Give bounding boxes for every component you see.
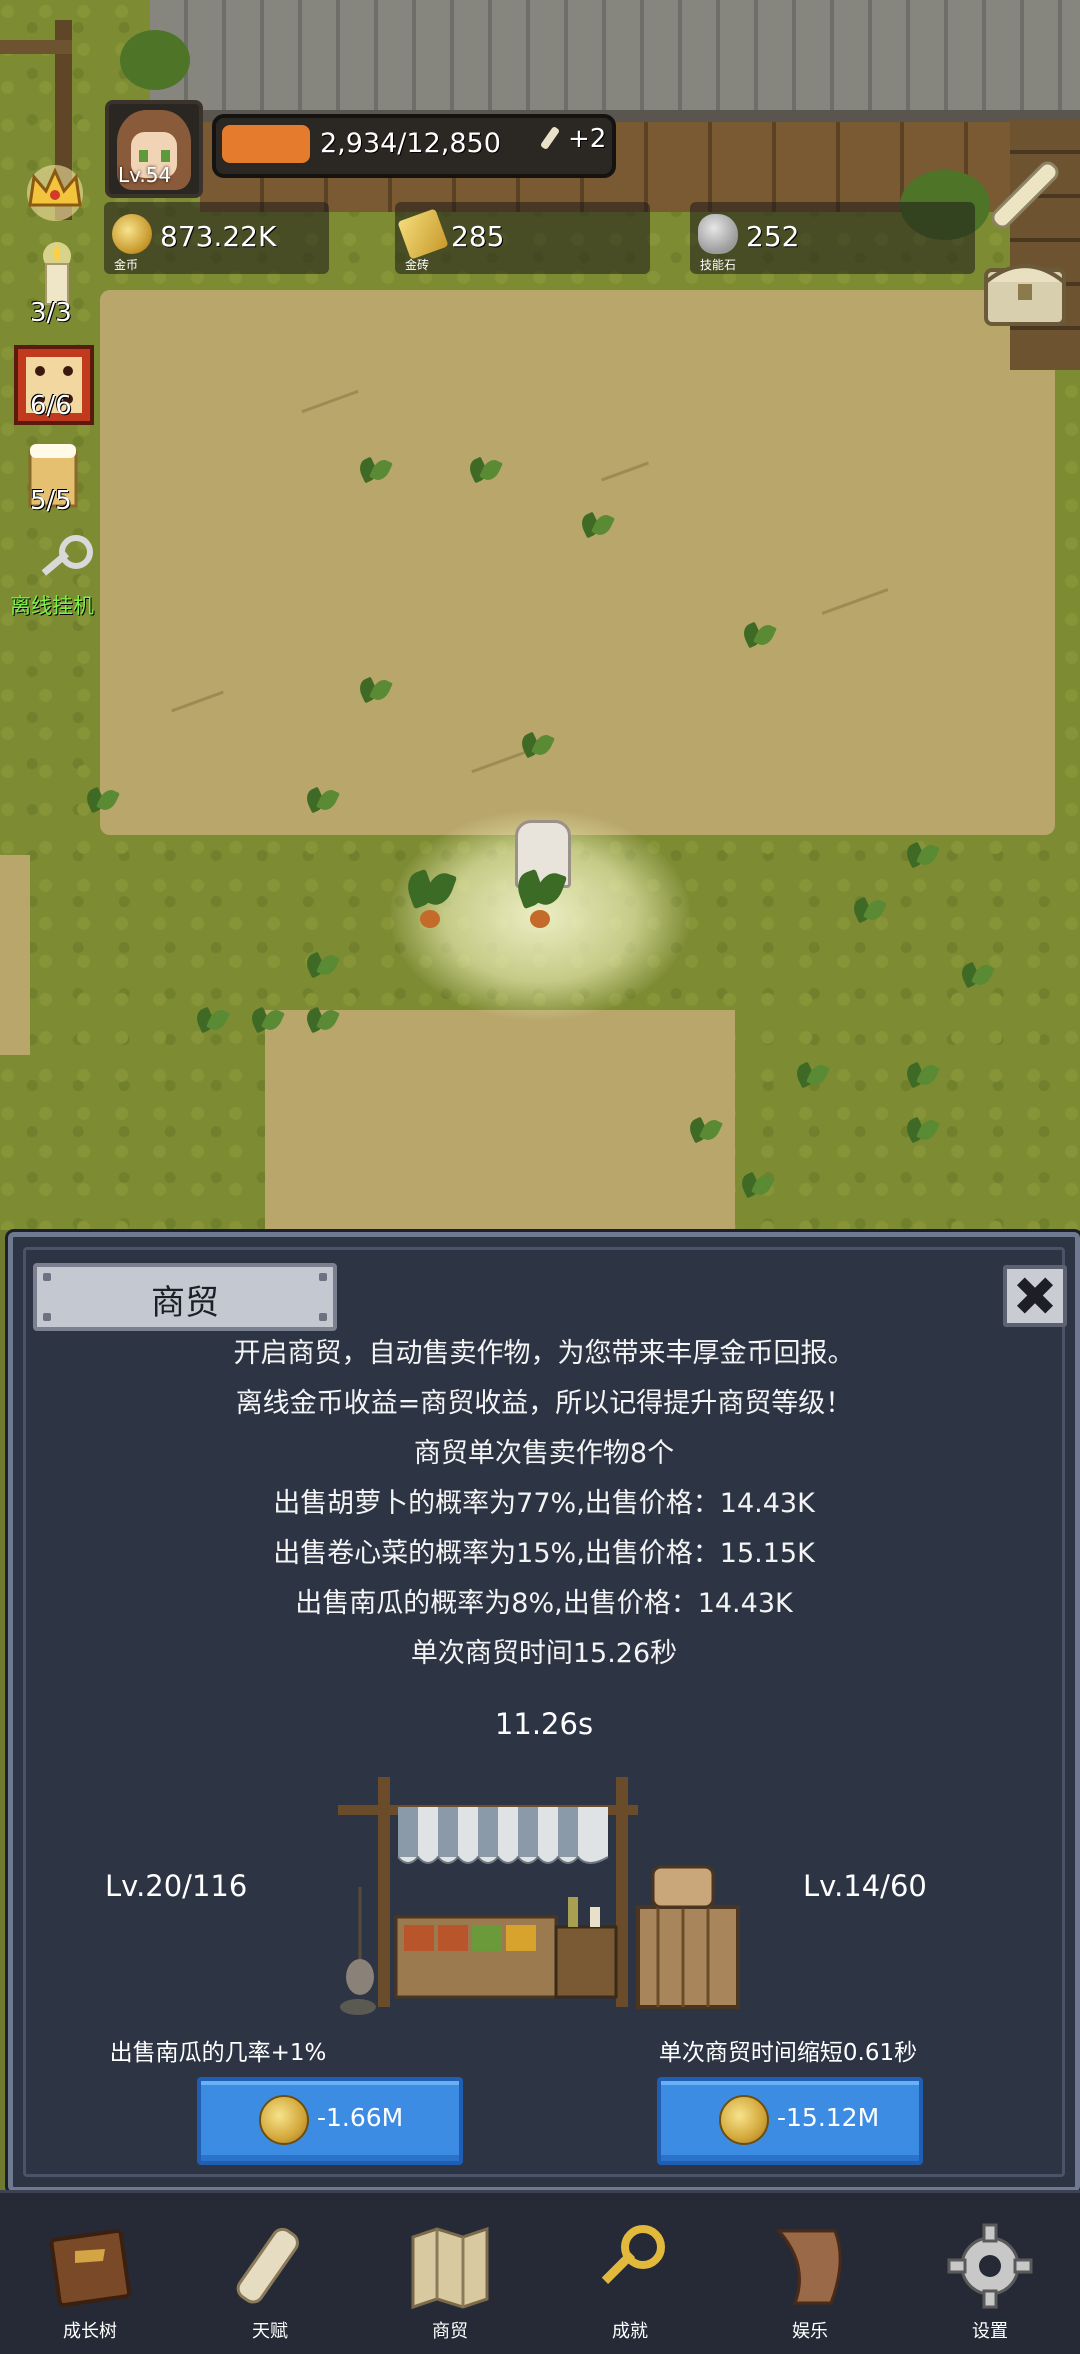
skill-stone-icon (698, 214, 738, 254)
left-upgrade-cost: -1.66M (317, 2103, 404, 2132)
dirt-field (100, 290, 1055, 835)
crop-sprout[interactable] (305, 785, 339, 815)
nav-trade[interactable]: 商贸 (360, 2193, 540, 2354)
nav-settings[interactable]: 设置 (900, 2193, 1080, 2354)
xp-text: 2,934/12,850 (320, 128, 501, 159)
gold-coin-icon (259, 2095, 309, 2145)
trade-desc-line: 单次商贸时间15.26秒 (410, 1638, 678, 1669)
crop-sprout[interactable] (688, 1115, 722, 1145)
bone-icon (541, 127, 559, 149)
trade-desc-line: 出售卷心菜的概率为15%,出售价格：15.15K (273, 1538, 815, 1569)
nav-label: 成长树 (63, 2321, 117, 2342)
trade-dialog: 商贸 开启商贸，自动售卖作物，为您带来丰厚金币回报。 离线金币收益=商贸收益，所… (5, 1229, 1080, 2195)
trade-timer: 11.26s (494, 1707, 594, 1741)
right-upgrade-effect: 单次商贸时间缩短0.61秒 (658, 2040, 918, 2066)
nav-label: 商贸 (432, 2321, 468, 2342)
nav-entertainment[interactable]: 娱乐 (720, 2193, 900, 2354)
close-button[interactable] (1003, 1265, 1067, 1327)
beer-count: 5/5 (30, 486, 72, 516)
barn-roof (150, 0, 1080, 120)
nav-label: 天赋 (252, 2321, 288, 2342)
market-stall-icon (338, 1777, 740, 2015)
gold-coin-counter: 873.22K 金币 (104, 202, 329, 274)
gold-brick-value: 285 (451, 220, 505, 253)
crop-sprout[interactable] (905, 840, 939, 870)
gold-coin-value: 873.22K (160, 220, 277, 253)
dirt-field-lower (265, 1010, 735, 1230)
dialog-title-plate: 商贸 (33, 1263, 337, 1331)
crop-sprout[interactable] (468, 455, 502, 485)
fence-bar (0, 40, 72, 54)
crop-sprout[interactable] (305, 1005, 339, 1035)
candle-count: 3/3 (30, 298, 72, 328)
trade-desc-line: 出售南瓜的概率为8%,出售价格：14.43K (295, 1588, 793, 1619)
nav-label: 娱乐 (792, 2321, 828, 2342)
skill-stone-label: 技能石 (700, 258, 737, 272)
crop-sprout[interactable] (852, 895, 886, 925)
crown-icon[interactable] (20, 155, 90, 225)
nav-growth-tree[interactable]: 成长树 (0, 2193, 180, 2354)
crop-sprout[interactable] (305, 950, 339, 980)
crop-sprout[interactable] (905, 1060, 939, 1090)
carrot-crop[interactable] (400, 868, 460, 930)
left-upgrade-effect: 出售南瓜的几率+1% (109, 2040, 327, 2066)
xp-bonus: +2 (568, 124, 607, 154)
trade-desc-line: 出售胡萝卜的概率为77%,出售价格：14.43K (273, 1488, 815, 1519)
gold-brick-label: 金砖 (405, 258, 430, 272)
crop-sprout[interactable] (580, 510, 614, 540)
crop-sprout[interactable] (195, 1005, 229, 1035)
xp-bar-fill (222, 125, 310, 163)
crop-sprout[interactable] (740, 1170, 774, 1200)
gold-brick-counter: 285 金砖 (395, 202, 650, 274)
crop-sprout[interactable] (520, 730, 554, 760)
gold-coin-icon (719, 2095, 769, 2145)
dice-tool[interactable]: 6/6 (14, 345, 94, 430)
crop-sprout[interactable] (742, 620, 776, 650)
key-icon (601, 2225, 665, 2284)
skill-stone-counter: 252 技能石 (690, 202, 975, 274)
treasure-chest-icon[interactable] (980, 250, 1070, 330)
gear-icon (947, 2223, 1033, 2309)
nav-label: 设置 (972, 2321, 1008, 2342)
right-upgrade-cost: -15.12M (777, 2103, 880, 2132)
player-level: Lv.54 (118, 163, 172, 187)
offline-idle-label[interactable]: 离线挂机 (10, 590, 94, 620)
carrot-crop[interactable] (510, 868, 570, 930)
trade-desc-line: 开启商贸，自动售卖作物，为您带来丰厚金币回报。 (233, 1338, 855, 1369)
book-icon (49, 2228, 132, 2308)
gold-brick-icon (397, 208, 449, 260)
left-upgrade-button[interactable]: -1.66M (197, 2077, 463, 2165)
nav-label: 成就 (612, 2321, 648, 2342)
left-upgrade-level: Lv.20/116 (105, 1869, 248, 1903)
crop-sprout[interactable] (358, 675, 392, 705)
nav-achievement[interactable]: 成就 (540, 2193, 720, 2354)
paper-icon (775, 2229, 842, 2305)
crop-sprout[interactable] (358, 455, 392, 485)
nav-talent[interactable]: 天赋 (180, 2193, 360, 2354)
candle-tool[interactable]: 3/3 (14, 240, 94, 330)
dialog-title: 商贸 (151, 1283, 219, 1323)
gold-coin-icon (112, 214, 152, 254)
crop-sprout[interactable] (905, 1115, 939, 1145)
right-upgrade-button[interactable]: -15.12M (657, 2077, 923, 2165)
gold-coin-label: 金币 (114, 258, 139, 272)
bottom-nav: 成长树 天赋 商贸 成就 娱乐 设置 (0, 2190, 1080, 2354)
dice-count: 6/6 (30, 391, 72, 421)
trade-desc-line: 离线金币收益=商贸收益，所以记得提升商贸等级！ (235, 1388, 853, 1419)
scroll-icon (236, 2227, 299, 2304)
trade-desc-line: 商贸单次售卖作物8个 (413, 1438, 675, 1469)
beer-tool[interactable]: 5/5 (14, 440, 94, 525)
crop-sprout[interactable] (250, 1005, 284, 1035)
crop-sprout[interactable] (795, 1060, 829, 1090)
bush (120, 30, 190, 90)
map-icon (411, 2226, 489, 2310)
right-upgrade-level: Lv.14/60 (803, 1869, 927, 1903)
crop-sprout[interactable] (960, 960, 994, 990)
skill-stone-value: 252 (746, 220, 800, 253)
bone-club-icon[interactable] (980, 150, 1070, 240)
dirt-field-left (0, 855, 30, 1055)
crop-sprout[interactable] (85, 785, 119, 815)
